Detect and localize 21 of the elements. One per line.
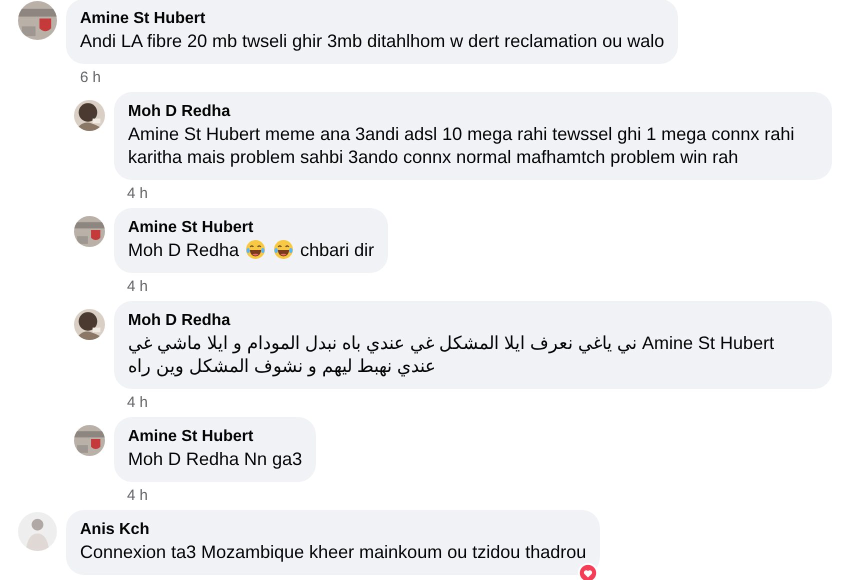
- comment-text: Moh D Redha: [128, 240, 240, 260]
- timestamp-link[interactable]: 6 h: [18, 64, 101, 92]
- timestamp-link[interactable]: 4 h: [74, 273, 148, 301]
- timestamp-link[interactable]: 4 h: [74, 180, 148, 208]
- timestamp-link[interactable]: 4 h: [74, 482, 148, 510]
- comment-text: Moh D Redha Nn ga3: [128, 449, 302, 469]
- author-link[interactable]: Amine St Hubert: [128, 218, 374, 238]
- timestamp-link[interactable]: 4 h: [74, 389, 148, 417]
- comment-text: chbari dir: [300, 240, 374, 260]
- heart-icon[interactable]: [578, 563, 598, 580]
- comment-text: Amine St Hubert ني ياغي نعرف ايلا المشكل غي عندي باه نبدل المودام و ايلا ماشي غي عندي نهبط ليهم و نشوف المشكل وين راه: [128, 333, 774, 376]
- author-link[interactable]: Anis Kch: [80, 520, 586, 540]
- author-link[interactable]: Moh D Redha: [128, 311, 818, 331]
- comment-text: Connexion ta3 Mozambique kheer mainkoum ou tzidou thadrou: [80, 542, 586, 562]
- comment-text: Andi LA fibre 20 mb twseli ghir 3mb ditahlhom w dert reclamation ou walo: [80, 31, 664, 51]
- comment-text: Amine St Hubert meme ana 3andi adsl 10 mega rahi tewssel ghi 1 mega connx rahi karitha mais problem sahbi 3ando connx normal mafhamtch problem win rah: [128, 124, 794, 167]
- laughing-emoji-icon: [273, 239, 294, 260]
- author-link[interactable]: Amine St Hubert: [128, 427, 302, 447]
- author-link[interactable]: Moh D Redha: [128, 102, 818, 122]
- author-link[interactable]: Amine St Hubert: [80, 9, 664, 29]
- laughing-emoji-icon: [245, 239, 266, 260]
